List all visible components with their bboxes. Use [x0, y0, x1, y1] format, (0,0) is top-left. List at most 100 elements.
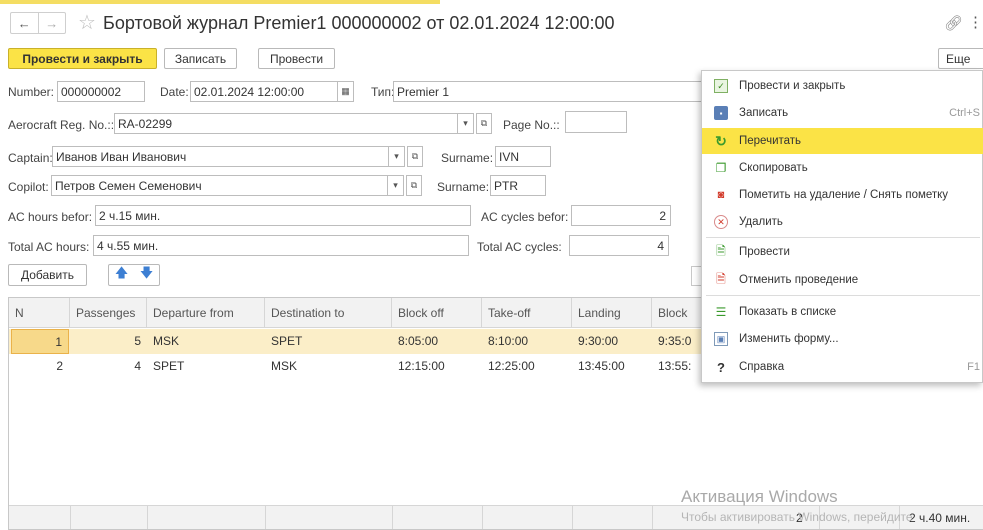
calendar-icon[interactable]: ▦ [338, 81, 354, 102]
windows-activation-title: Активация Windows [681, 487, 838, 506]
open-link-icon[interactable]: ⧉ [406, 175, 422, 196]
post-and-close-button[interactable]: Провести и закрыть [8, 48, 157, 69]
table-search-field-edge[interactable] [691, 266, 701, 286]
delete-icon: ✕ [714, 215, 728, 229]
open-link-icon[interactable]: ⧉ [407, 146, 423, 167]
page-title: Бортовой журнал Premier1 000000002 от 02… [103, 13, 615, 33]
back-button[interactable]: ← [11, 13, 38, 33]
post-icon: 🗎 [716, 243, 726, 258]
refresh-icon: ↻ [715, 132, 727, 149]
ac-cycles-before-field[interactable]: 2 [571, 205, 671, 226]
cell-takeoff[interactable]: 8:10:00 [488, 329, 528, 354]
dropdown-chevron-icon[interactable]: ▾ [388, 175, 404, 196]
nav-buttons: ← → [10, 12, 66, 34]
cell-to[interactable]: MSK [271, 354, 297, 379]
cell-from[interactable]: SPET [153, 354, 184, 379]
menu-item-save[interactable]: ▪ Записать Ctrl+S [702, 100, 983, 126]
menu-item-reread[interactable]: ↻ Перечитать [702, 128, 983, 154]
menu-item-unpost[interactable]: 🗎 Отменить проведение [702, 267, 983, 293]
cell-landing[interactable]: 9:30:00 [578, 329, 618, 354]
cell-passengers[interactable]: 5 [70, 329, 147, 354]
cell-takeoff[interactable]: 12:25:00 [488, 354, 535, 379]
menu-item-show-in-list[interactable]: ☰ Показать в списке [702, 299, 983, 325]
cell-n[interactable]: 2 [11, 354, 69, 379]
more-menu: ✓ Провести и закрыть ▪ Записать Ctrl+S ↻… [701, 70, 983, 383]
menu-item-post[interactable]: 🗎 Провести [702, 239, 983, 265]
open-link-icon[interactable]: ⧉ [476, 113, 492, 134]
cell-block-off[interactable]: 12:15:00 [398, 354, 445, 379]
cell-to[interactable]: SPET [271, 329, 302, 354]
ac-hours-before-field[interactable]: 2 ч.15 мин. [95, 205, 471, 226]
show-in-list-icon: ☰ [715, 305, 727, 319]
cell-from[interactable]: MSK [153, 329, 179, 354]
footer-total-time: 2 ч.40 мин. [909, 511, 971, 525]
total-hours-label: Total AC hours: [8, 240, 90, 254]
cell-block-on[interactable]: 9:35:0 [658, 329, 691, 354]
copy-icon: ❐ [715, 161, 727, 175]
page-label: Page No.:: [503, 118, 560, 132]
total-hours-field[interactable]: 4 ч.55 мин. [93, 235, 469, 256]
column-header[interactable]: N [9, 298, 70, 328]
number-label: Number: [8, 85, 55, 99]
forward-button[interactable]: → [37, 13, 66, 33]
windows-activation-text: Чтобы активировать Windows, перейдите [681, 510, 913, 524]
post-button[interactable]: Провести [258, 48, 335, 69]
reg-label: Aerocraft Reg. No.:: [8, 118, 115, 132]
menu-item-help[interactable]: ? Справка F1 [702, 354, 983, 380]
top-strip [0, 0, 983, 6]
column-header[interactable]: Landing [572, 298, 652, 328]
type-label: Тип: [371, 85, 395, 99]
move-down-icon[interactable]: 🡇 [140, 264, 153, 286]
captain-surname-field[interactable]: IVN [495, 146, 551, 167]
number-field[interactable]: 000000002 [57, 81, 145, 102]
post-close-icon: ✓ [714, 79, 728, 93]
copilot-label: Copilot: [8, 180, 49, 194]
date-label: Date: [160, 85, 189, 99]
ac-cycles-before-label: AC cycles befor: [481, 210, 569, 224]
copilot-surname-field[interactable]: PTR [490, 175, 546, 196]
dropdown-chevron-icon[interactable]: ▾ [389, 146, 405, 167]
column-header[interactable]: Passenges [70, 298, 147, 328]
help-icon: ? [717, 359, 725, 375]
cell-passengers[interactable]: 4 [70, 354, 147, 379]
captain-surname-label: Surname: [441, 151, 494, 165]
total-cycles-field[interactable]: 4 [569, 235, 669, 256]
favorite-star-icon[interactable]: ☆ [78, 10, 96, 35]
add-row-button[interactable]: Добавить [8, 264, 87, 286]
type-field[interactable]: Premier 1 [393, 81, 703, 102]
menu-separator [706, 237, 980, 238]
column-header[interactable]: Block off [392, 298, 482, 328]
cell-n[interactable]: 1 [11, 329, 69, 354]
column-header[interactable]: Departure from [147, 298, 265, 328]
menu-item-delete[interactable]: ✕ Удалить [702, 209, 983, 235]
copilot-surname-label: Surname: [437, 180, 490, 194]
menu-item-post-close[interactable]: ✓ Провести и закрыть [702, 73, 983, 99]
column-header[interactable]: Destination to [265, 298, 392, 328]
cell-block-off[interactable]: 8:05:00 [398, 329, 438, 354]
reorder-buttons: 🡅 🡇 [108, 264, 160, 286]
menu-separator [706, 295, 980, 296]
save-icon: ▪ [714, 106, 728, 120]
captain-field[interactable]: Иванов Иван Иванович [52, 146, 389, 167]
copilot-field[interactable]: Петров Семен Семенович [51, 175, 388, 196]
date-field[interactable]: 02.01.2024 12:00:00 [190, 81, 338, 102]
captain-label: Captain: [8, 151, 53, 165]
column-header[interactable]: Take-off [482, 298, 572, 328]
total-cycles-label: Total AC cycles: [477, 240, 562, 254]
change-form-icon: ▣ [714, 332, 728, 346]
ac-hours-before-label: AC hours befor: [8, 210, 93, 224]
link-icon[interactable]: 🔗︎ [944, 14, 963, 32]
dropdown-chevron-icon[interactable]: ▾ [458, 113, 474, 134]
cell-block-on[interactable]: 13:55: [658, 354, 691, 379]
menu-item-change-form[interactable]: ▣ Изменить форму... [702, 326, 983, 352]
menu-item-mark-delete[interactable]: ◙ Пометить на удаление / Снять пометку [702, 182, 983, 208]
reg-field[interactable]: RA-02299 [114, 113, 458, 134]
cell-landing[interactable]: 13:45:00 [578, 354, 625, 379]
menu-item-copy[interactable]: ❐ Скопировать [702, 155, 983, 181]
page-field[interactable] [565, 111, 627, 133]
move-up-icon[interactable]: 🡅 [115, 264, 128, 286]
unpost-icon: 🗎 [716, 271, 726, 286]
more-actions-icon[interactable]: ⋮ [968, 13, 983, 31]
save-button[interactable]: Записать [164, 48, 237, 69]
more-button[interactable]: Еще [938, 48, 983, 69]
